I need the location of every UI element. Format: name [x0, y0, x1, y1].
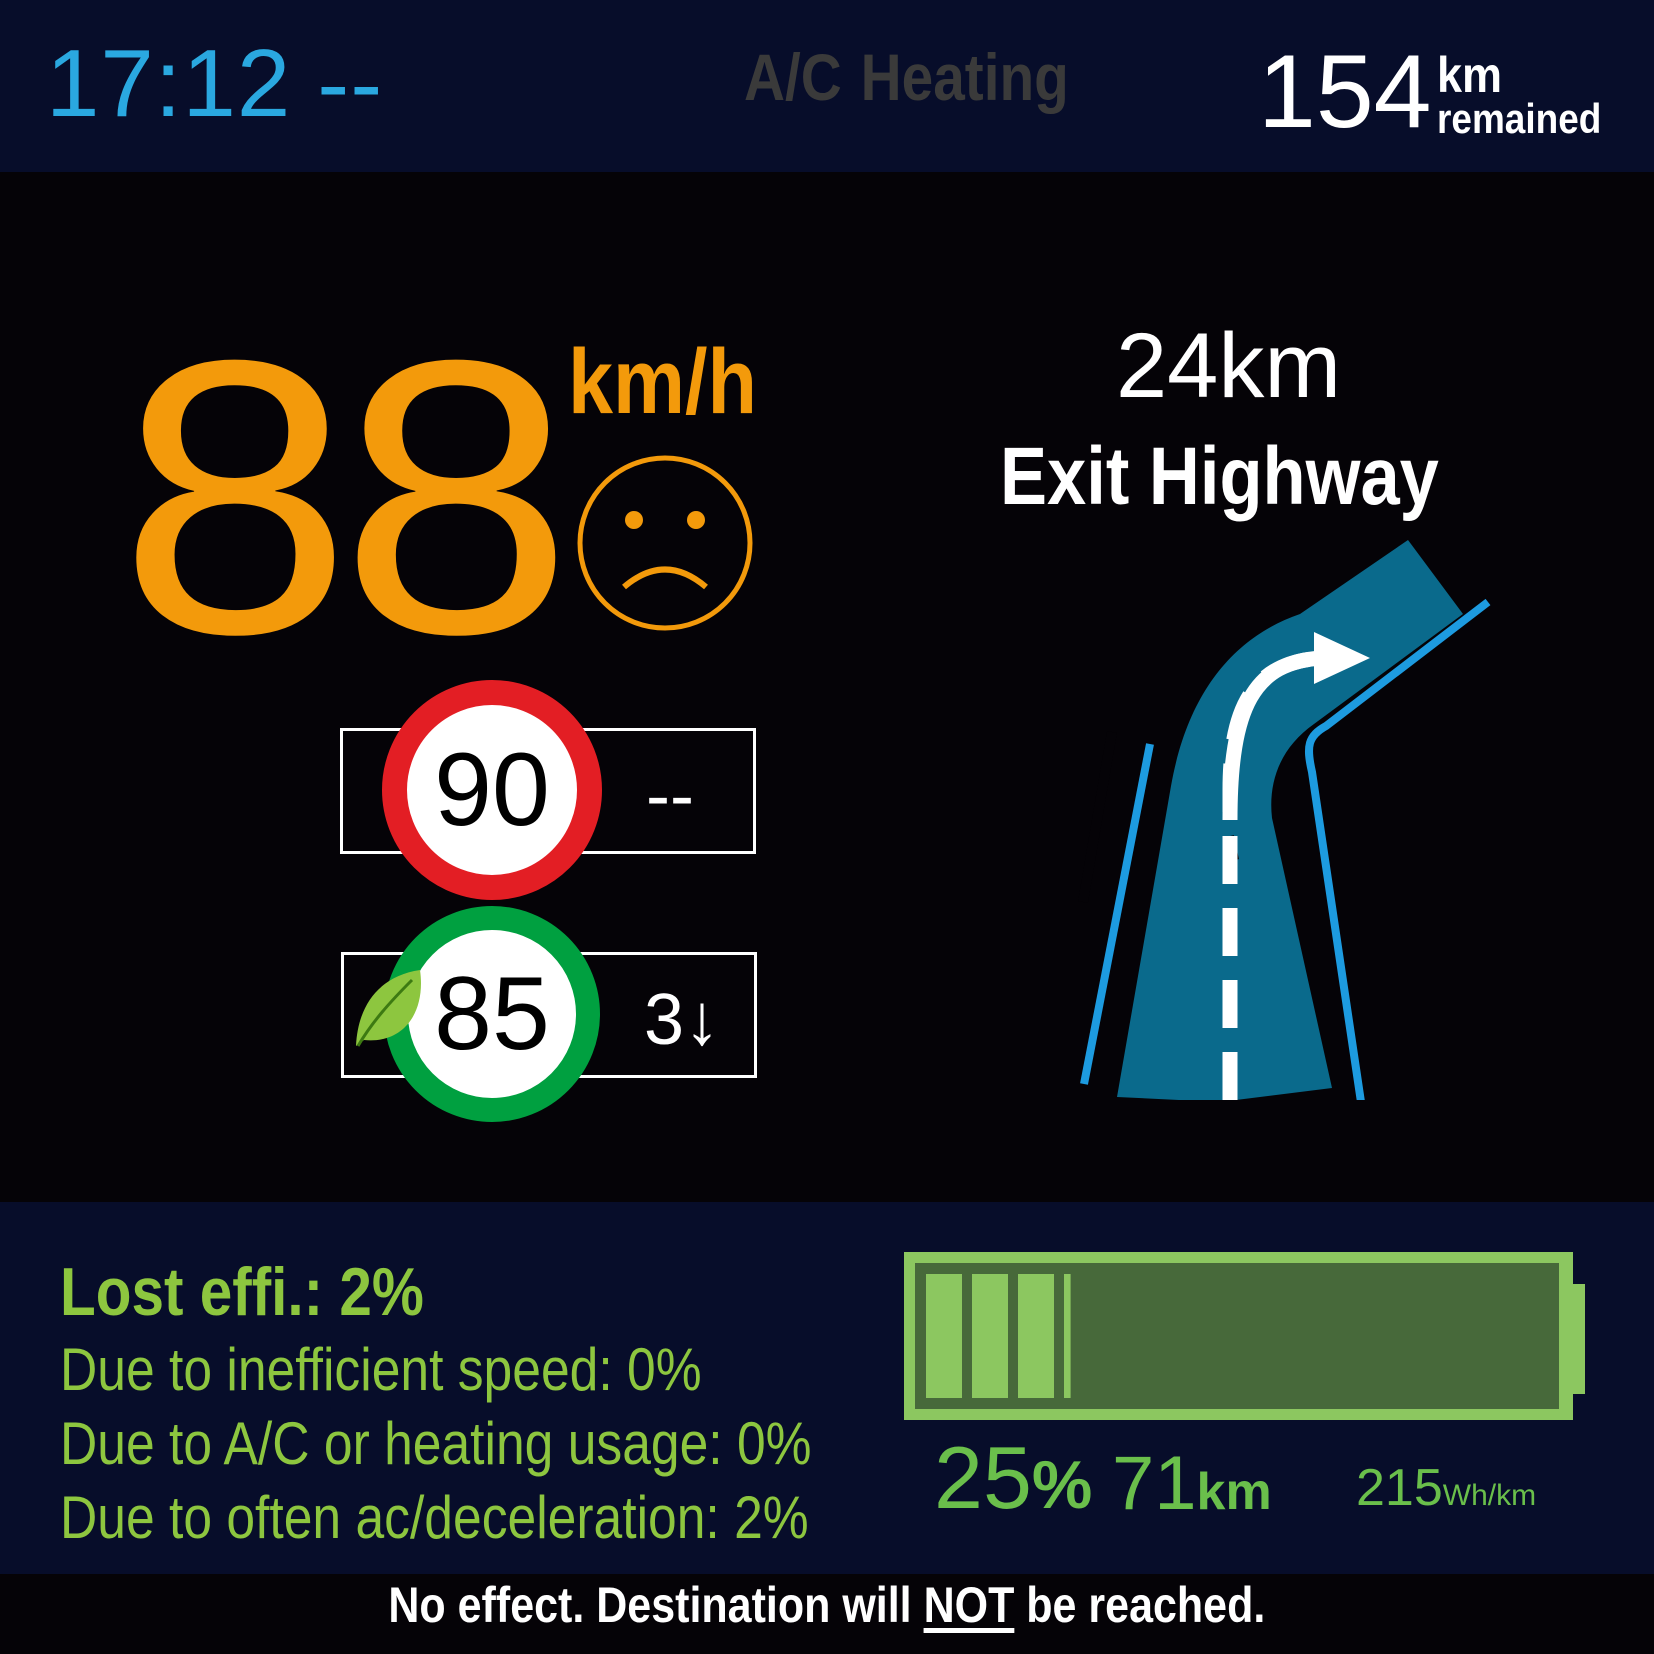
- due-acceleration: Due to often ac/deceleration: 2%: [60, 1484, 809, 1551]
- battery-segment: [1064, 1274, 1071, 1398]
- sad-face-icon: [577, 455, 753, 631]
- speed-value: 88: [118, 279, 574, 715]
- battery-level-fill: [926, 1274, 1071, 1398]
- remaining-range-value: 154: [1258, 34, 1432, 150]
- eco-speed-value: 85: [434, 956, 550, 1072]
- battery-icon: [904, 1252, 1585, 1420]
- battery-segment: [926, 1274, 962, 1398]
- battery-range: 71km: [1112, 1446, 1272, 1522]
- battery-percent-value: 25: [934, 1428, 1032, 1527]
- climate-indicator: A/C Heating: [744, 44, 1069, 110]
- lost-efficiency: Lost effi.: 2%: [60, 1254, 424, 1330]
- nav-instruction: Exit Highway: [1000, 431, 1439, 522]
- battery-range-unit: km: [1196, 1463, 1272, 1521]
- clock-time: 17:12: [46, 30, 292, 137]
- nav-distance: 24km: [1116, 315, 1341, 417]
- leaf-icon: [356, 970, 421, 1047]
- speed-unit: km/h: [568, 331, 757, 433]
- clock-suffix: --: [317, 30, 384, 137]
- speed-limit-sign: 90: [382, 680, 602, 900]
- heating-indicator: Heating: [860, 40, 1069, 114]
- consumption-value: 215: [1356, 1459, 1443, 1517]
- consumption-unit: Wh/km: [1442, 1479, 1537, 1512]
- destination-status: No effect. Destination will NOT be reach…: [0, 1580, 1654, 1630]
- battery-percent: 25%: [934, 1434, 1092, 1522]
- status-suffix: be reached.: [1026, 1577, 1266, 1633]
- eco-speed-extra: 3↓: [644, 980, 721, 1060]
- clock: 17:12 --: [46, 36, 383, 132]
- speed-limit-value: 90: [434, 732, 550, 848]
- remaining-range-unit: km: [1437, 47, 1503, 103]
- energy-consumption: 215Wh/km: [1356, 1462, 1536, 1514]
- due-speed: Due to inefficient speed: 0%: [60, 1336, 702, 1403]
- due-climate: Due to A/C or heating usage: 0%: [60, 1410, 812, 1477]
- remaining-range-label: remained: [1437, 95, 1602, 142]
- battery-range-value: 71: [1112, 1441, 1197, 1526]
- status-emphasis: NOT: [923, 1577, 1015, 1633]
- speed-limit-extra: --: [646, 756, 694, 836]
- status-prefix: No effect. Destination will: [388, 1577, 912, 1633]
- ac-indicator: A/C: [744, 40, 842, 114]
- battery-percent-unit: %: [1031, 1447, 1093, 1523]
- highway-exit-right-icon: [1078, 540, 1491, 1100]
- battery-segment: [1018, 1274, 1054, 1398]
- battery-segment: [972, 1274, 1008, 1398]
